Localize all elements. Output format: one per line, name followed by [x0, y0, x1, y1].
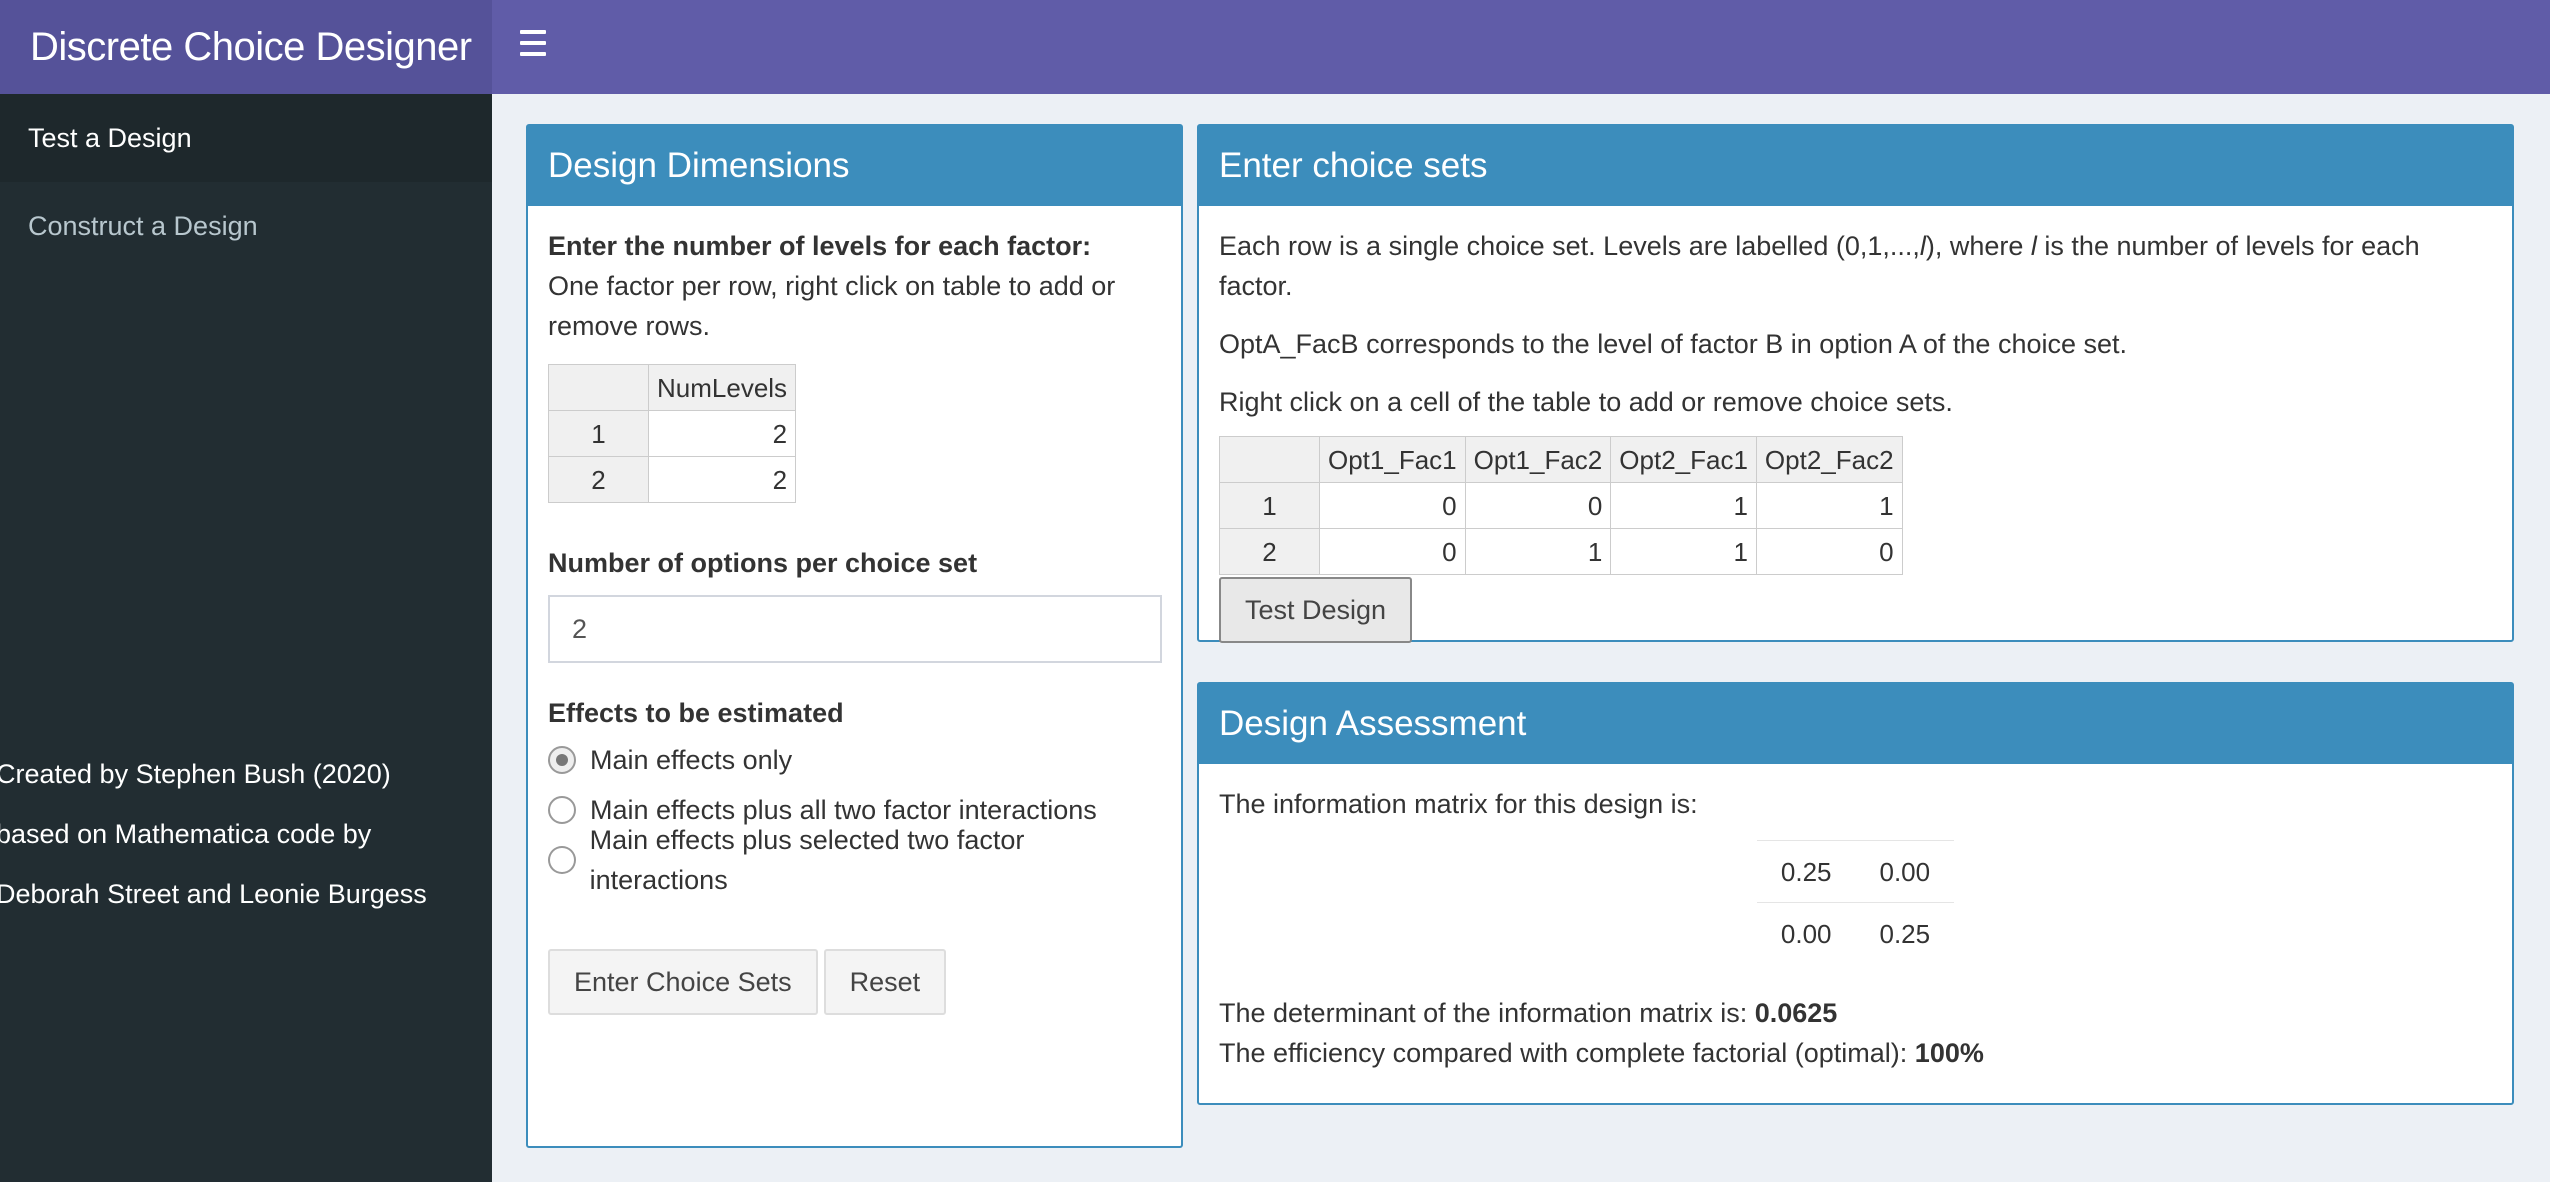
table-cell[interactable]: 2 [647, 456, 797, 503]
enter-choice-sets-box: Enter choice sets Each row is a single c… [1197, 124, 2514, 643]
table-cell[interactable]: 1 [1610, 528, 1757, 575]
choice-sets-table[interactable]: Opt1_Fac1 Opt1_Fac2 Opt2_Fac1 Opt2_Fac2 … [1219, 436, 1903, 575]
sidebar: Test a Design Construct a Design Created… [0, 94, 492, 1182]
options-input[interactable]: 2 [548, 595, 1162, 663]
table-row: 1 2 [548, 410, 797, 457]
matrix-intro: The information matrix for this design i… [1219, 789, 1698, 819]
column-header: Opt1_Fac1 [1319, 436, 1466, 483]
column-header: Opt2_Fac2 [1755, 436, 1903, 483]
efficiency-line: The efficiency compared with complete fa… [1219, 1037, 1984, 1068]
effects-label: Effects to be estimated [548, 698, 844, 728]
box-title: Enter choice sets [1199, 126, 2512, 206]
levels-heading: Enter the number of levels for each fact… [548, 231, 1092, 261]
table-cell[interactable]: 0 [1319, 528, 1466, 575]
credit-line: Created by Stephen Bush (2020) [0, 759, 391, 789]
top-navbar [492, 0, 2550, 94]
table-cell[interactable]: 1 [1464, 528, 1612, 575]
radio-selected-interactions[interactable]: Main effects plus selected two factor in… [548, 825, 1161, 895]
information-matrix: 0.25 0.00 0.00 0.25 [1756, 840, 1955, 965]
options-label: Number of options per choice set [548, 548, 978, 578]
column-header: NumLevels [647, 364, 797, 411]
determinant-line: The determinant of the information matri… [1219, 997, 1838, 1028]
determinant-value: 0.0625 [1754, 997, 1838, 1028]
radio-label: Main effects plus selected two factor in… [589, 825, 1025, 895]
row-header: 2 [1219, 528, 1320, 575]
choice-sets-help: Right click on a cell of the table to ad… [1219, 387, 1953, 417]
row-header: 2 [548, 456, 649, 503]
column-header: Opt1_Fac2 [1464, 436, 1612, 483]
matrix-row: 0.25 0.00 [1756, 840, 1955, 903]
sidebar-item-label: Construct a Design [28, 210, 258, 241]
radio-label: Main effects only [590, 745, 793, 775]
table-cell[interactable]: 0 [1755, 528, 1903, 575]
matrix-row: 0.00 0.25 [1756, 902, 1955, 965]
matrix-cell: 0.00 [1756, 902, 1856, 965]
app-title: Discrete Choice Designer [0, 0, 492, 94]
main-content: Design Dimensions Enter the number of le… [492, 94, 2550, 1182]
sidebar-item-test-design[interactable]: Test a Design [0, 94, 492, 182]
radio-checked-icon[interactable] [548, 746, 576, 774]
reset-button[interactable]: Reset [823, 949, 947, 1015]
sidebar-item-label: Test a Design [28, 122, 192, 153]
table-cell[interactable]: 1 [1755, 482, 1903, 529]
choice-sets-naming-note: OptA_FacB corresponds to the level of fa… [1219, 329, 2128, 359]
matrix-cell: 0.25 [1855, 902, 1955, 965]
credit-line: based on Mathematica code by [0, 819, 372, 849]
radio-icon[interactable] [548, 846, 576, 874]
credit-line: Deborah Street and Leonie Burgess [0, 879, 427, 909]
test-design-button[interactable]: Test Design [1219, 577, 1413, 643]
table-row: 2 0 1 1 0 [1219, 528, 1903, 575]
table-row: 1 0 0 1 1 [1219, 482, 1903, 529]
radio-main-effects[interactable]: Main effects only [548, 735, 1161, 785]
credits: Created by Stephen Bush (2020) based on … [0, 744, 427, 924]
row-header: 1 [1219, 482, 1320, 529]
box-title: Design Assessment [1199, 684, 2512, 764]
sidebar-item-construct-design[interactable]: Construct a Design [0, 182, 492, 270]
matrix-cell: 0.00 [1855, 840, 1955, 903]
table-cell[interactable]: 2 [647, 410, 797, 457]
column-header: Opt2_Fac1 [1610, 436, 1757, 483]
design-dimensions-box: Design Dimensions Enter the number of le… [526, 124, 1183, 1148]
table-row: 2 2 [548, 456, 797, 503]
enter-choice-sets-button[interactable]: Enter Choice Sets [548, 949, 818, 1015]
radio-icon[interactable] [548, 796, 576, 824]
table-cell[interactable]: 0 [1464, 482, 1612, 529]
box-title: Design Dimensions [528, 126, 1181, 206]
row-header: 1 [548, 410, 649, 457]
table-cell[interactable]: 0 [1319, 482, 1466, 529]
table-cell[interactable]: 1 [1610, 482, 1757, 529]
matrix-cell: 0.25 [1756, 840, 1856, 903]
efficiency-value: 100% [1914, 1037, 1984, 1068]
levels-table[interactable]: NumLevels 1 2 2 2 [548, 364, 797, 503]
design-assessment-box: Design Assessment The information matrix… [1197, 682, 2514, 1105]
sidebar-toggle-icon[interactable] [520, 30, 546, 56]
choice-sets-instructions: Each row is a single choice set. Levels … [1219, 231, 2420, 301]
levels-help: One factor per row, right click on table… [548, 271, 1116, 341]
